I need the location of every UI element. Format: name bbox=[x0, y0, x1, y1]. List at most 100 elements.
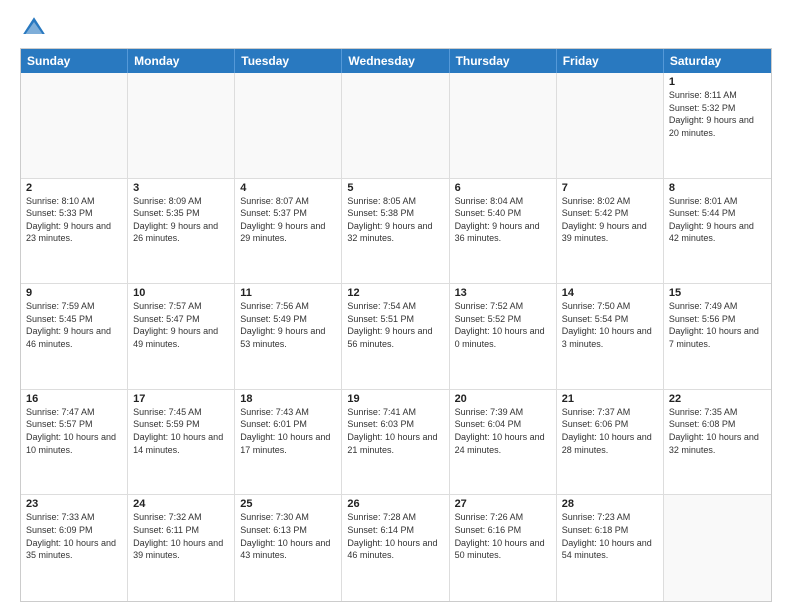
weekday-header-saturday: Saturday bbox=[664, 49, 771, 73]
day-number: 5 bbox=[347, 182, 443, 194]
day-number: 24 bbox=[133, 498, 229, 510]
day-number: 14 bbox=[562, 287, 658, 299]
day-number: 3 bbox=[133, 182, 229, 194]
day-info: Sunrise: 7:56 AM Sunset: 5:49 PM Dayligh… bbox=[240, 300, 336, 350]
logo bbox=[20, 16, 50, 40]
day-info: Sunrise: 7:30 AM Sunset: 6:13 PM Dayligh… bbox=[240, 511, 336, 561]
day-info: Sunrise: 7:45 AM Sunset: 5:59 PM Dayligh… bbox=[133, 406, 229, 456]
day-number: 2 bbox=[26, 182, 122, 194]
day-info: Sunrise: 8:11 AM Sunset: 5:32 PM Dayligh… bbox=[669, 89, 766, 139]
day-number: 1 bbox=[669, 76, 766, 88]
calendar-cell: 14Sunrise: 7:50 AM Sunset: 5:54 PM Dayli… bbox=[557, 284, 664, 389]
calendar-cell bbox=[235, 73, 342, 178]
day-info: Sunrise: 8:07 AM Sunset: 5:37 PM Dayligh… bbox=[240, 195, 336, 245]
calendar-body: 1Sunrise: 8:11 AM Sunset: 5:32 PM Daylig… bbox=[21, 73, 771, 601]
calendar-cell: 26Sunrise: 7:28 AM Sunset: 6:14 PM Dayli… bbox=[342, 495, 449, 601]
day-info: Sunrise: 7:39 AM Sunset: 6:04 PM Dayligh… bbox=[455, 406, 551, 456]
calendar-cell: 3Sunrise: 8:09 AM Sunset: 5:35 PM Daylig… bbox=[128, 179, 235, 284]
day-number: 25 bbox=[240, 498, 336, 510]
day-number: 13 bbox=[455, 287, 551, 299]
day-info: Sunrise: 7:32 AM Sunset: 6:11 PM Dayligh… bbox=[133, 511, 229, 561]
calendar-cell: 2Sunrise: 8:10 AM Sunset: 5:33 PM Daylig… bbox=[21, 179, 128, 284]
day-info: Sunrise: 7:54 AM Sunset: 5:51 PM Dayligh… bbox=[347, 300, 443, 350]
day-info: Sunrise: 8:01 AM Sunset: 5:44 PM Dayligh… bbox=[669, 195, 766, 245]
day-number: 15 bbox=[669, 287, 766, 299]
calendar-cell: 13Sunrise: 7:52 AM Sunset: 5:52 PM Dayli… bbox=[450, 284, 557, 389]
day-number: 22 bbox=[669, 393, 766, 405]
calendar-cell: 24Sunrise: 7:32 AM Sunset: 6:11 PM Dayli… bbox=[128, 495, 235, 601]
day-info: Sunrise: 8:10 AM Sunset: 5:33 PM Dayligh… bbox=[26, 195, 122, 245]
calendar-cell bbox=[557, 73, 664, 178]
day-number: 6 bbox=[455, 182, 551, 194]
day-number: 17 bbox=[133, 393, 229, 405]
calendar-cell: 12Sunrise: 7:54 AM Sunset: 5:51 PM Dayli… bbox=[342, 284, 449, 389]
day-info: Sunrise: 7:23 AM Sunset: 6:18 PM Dayligh… bbox=[562, 511, 658, 561]
weekday-header-tuesday: Tuesday bbox=[235, 49, 342, 73]
calendar-cell bbox=[21, 73, 128, 178]
calendar-row-1: 2Sunrise: 8:10 AM Sunset: 5:33 PM Daylig… bbox=[21, 179, 771, 285]
day-info: Sunrise: 7:59 AM Sunset: 5:45 PM Dayligh… bbox=[26, 300, 122, 350]
calendar-row-3: 16Sunrise: 7:47 AM Sunset: 5:57 PM Dayli… bbox=[21, 390, 771, 496]
day-info: Sunrise: 7:41 AM Sunset: 6:03 PM Dayligh… bbox=[347, 406, 443, 456]
calendar-cell: 1Sunrise: 8:11 AM Sunset: 5:32 PM Daylig… bbox=[664, 73, 771, 178]
day-number: 21 bbox=[562, 393, 658, 405]
day-info: Sunrise: 7:28 AM Sunset: 6:14 PM Dayligh… bbox=[347, 511, 443, 561]
calendar-row-2: 9Sunrise: 7:59 AM Sunset: 5:45 PM Daylig… bbox=[21, 284, 771, 390]
calendar-cell: 28Sunrise: 7:23 AM Sunset: 6:18 PM Dayli… bbox=[557, 495, 664, 601]
day-number: 4 bbox=[240, 182, 336, 194]
calendar-cell: 17Sunrise: 7:45 AM Sunset: 5:59 PM Dayli… bbox=[128, 390, 235, 495]
day-number: 16 bbox=[26, 393, 122, 405]
day-number: 11 bbox=[240, 287, 336, 299]
weekday-header-thursday: Thursday bbox=[450, 49, 557, 73]
page: SundayMondayTuesdayWednesdayThursdayFrid… bbox=[0, 0, 792, 612]
calendar-cell: 20Sunrise: 7:39 AM Sunset: 6:04 PM Dayli… bbox=[450, 390, 557, 495]
weekday-header-sunday: Sunday bbox=[21, 49, 128, 73]
day-number: 7 bbox=[562, 182, 658, 194]
calendar-header: SundayMondayTuesdayWednesdayThursdayFrid… bbox=[21, 49, 771, 73]
day-info: Sunrise: 7:49 AM Sunset: 5:56 PM Dayligh… bbox=[669, 300, 766, 350]
day-info: Sunrise: 7:33 AM Sunset: 6:09 PM Dayligh… bbox=[26, 511, 122, 561]
weekday-header-friday: Friday bbox=[557, 49, 664, 73]
weekday-header-wednesday: Wednesday bbox=[342, 49, 449, 73]
day-number: 19 bbox=[347, 393, 443, 405]
day-number: 20 bbox=[455, 393, 551, 405]
day-number: 12 bbox=[347, 287, 443, 299]
calendar-cell: 9Sunrise: 7:59 AM Sunset: 5:45 PM Daylig… bbox=[21, 284, 128, 389]
day-number: 23 bbox=[26, 498, 122, 510]
calendar: SundayMondayTuesdayWednesdayThursdayFrid… bbox=[20, 48, 772, 602]
day-number: 18 bbox=[240, 393, 336, 405]
calendar-cell bbox=[450, 73, 557, 178]
header bbox=[20, 16, 772, 40]
calendar-cell: 10Sunrise: 7:57 AM Sunset: 5:47 PM Dayli… bbox=[128, 284, 235, 389]
calendar-cell: 27Sunrise: 7:26 AM Sunset: 6:16 PM Dayli… bbox=[450, 495, 557, 601]
calendar-row-0: 1Sunrise: 8:11 AM Sunset: 5:32 PM Daylig… bbox=[21, 73, 771, 179]
day-info: Sunrise: 7:52 AM Sunset: 5:52 PM Dayligh… bbox=[455, 300, 551, 350]
day-number: 10 bbox=[133, 287, 229, 299]
calendar-cell: 21Sunrise: 7:37 AM Sunset: 6:06 PM Dayli… bbox=[557, 390, 664, 495]
day-info: Sunrise: 7:47 AM Sunset: 5:57 PM Dayligh… bbox=[26, 406, 122, 456]
calendar-cell: 11Sunrise: 7:56 AM Sunset: 5:49 PM Dayli… bbox=[235, 284, 342, 389]
calendar-cell: 16Sunrise: 7:47 AM Sunset: 5:57 PM Dayli… bbox=[21, 390, 128, 495]
day-number: 8 bbox=[669, 182, 766, 194]
calendar-cell: 25Sunrise: 7:30 AM Sunset: 6:13 PM Dayli… bbox=[235, 495, 342, 601]
calendar-cell bbox=[342, 73, 449, 178]
day-info: Sunrise: 7:26 AM Sunset: 6:16 PM Dayligh… bbox=[455, 511, 551, 561]
calendar-cell: 8Sunrise: 8:01 AM Sunset: 5:44 PM Daylig… bbox=[664, 179, 771, 284]
day-info: Sunrise: 8:04 AM Sunset: 5:40 PM Dayligh… bbox=[455, 195, 551, 245]
calendar-cell: 4Sunrise: 8:07 AM Sunset: 5:37 PM Daylig… bbox=[235, 179, 342, 284]
calendar-cell bbox=[128, 73, 235, 178]
calendar-row-4: 23Sunrise: 7:33 AM Sunset: 6:09 PM Dayli… bbox=[21, 495, 771, 601]
calendar-cell bbox=[664, 495, 771, 601]
calendar-cell: 6Sunrise: 8:04 AM Sunset: 5:40 PM Daylig… bbox=[450, 179, 557, 284]
day-number: 28 bbox=[562, 498, 658, 510]
calendar-cell: 15Sunrise: 7:49 AM Sunset: 5:56 PM Dayli… bbox=[664, 284, 771, 389]
logo-icon bbox=[22, 16, 46, 40]
day-info: Sunrise: 7:35 AM Sunset: 6:08 PM Dayligh… bbox=[669, 406, 766, 456]
calendar-cell: 19Sunrise: 7:41 AM Sunset: 6:03 PM Dayli… bbox=[342, 390, 449, 495]
day-info: Sunrise: 8:02 AM Sunset: 5:42 PM Dayligh… bbox=[562, 195, 658, 245]
calendar-cell: 22Sunrise: 7:35 AM Sunset: 6:08 PM Dayli… bbox=[664, 390, 771, 495]
calendar-cell: 23Sunrise: 7:33 AM Sunset: 6:09 PM Dayli… bbox=[21, 495, 128, 601]
calendar-cell: 5Sunrise: 8:05 AM Sunset: 5:38 PM Daylig… bbox=[342, 179, 449, 284]
day-number: 26 bbox=[347, 498, 443, 510]
weekday-header-monday: Monday bbox=[128, 49, 235, 73]
